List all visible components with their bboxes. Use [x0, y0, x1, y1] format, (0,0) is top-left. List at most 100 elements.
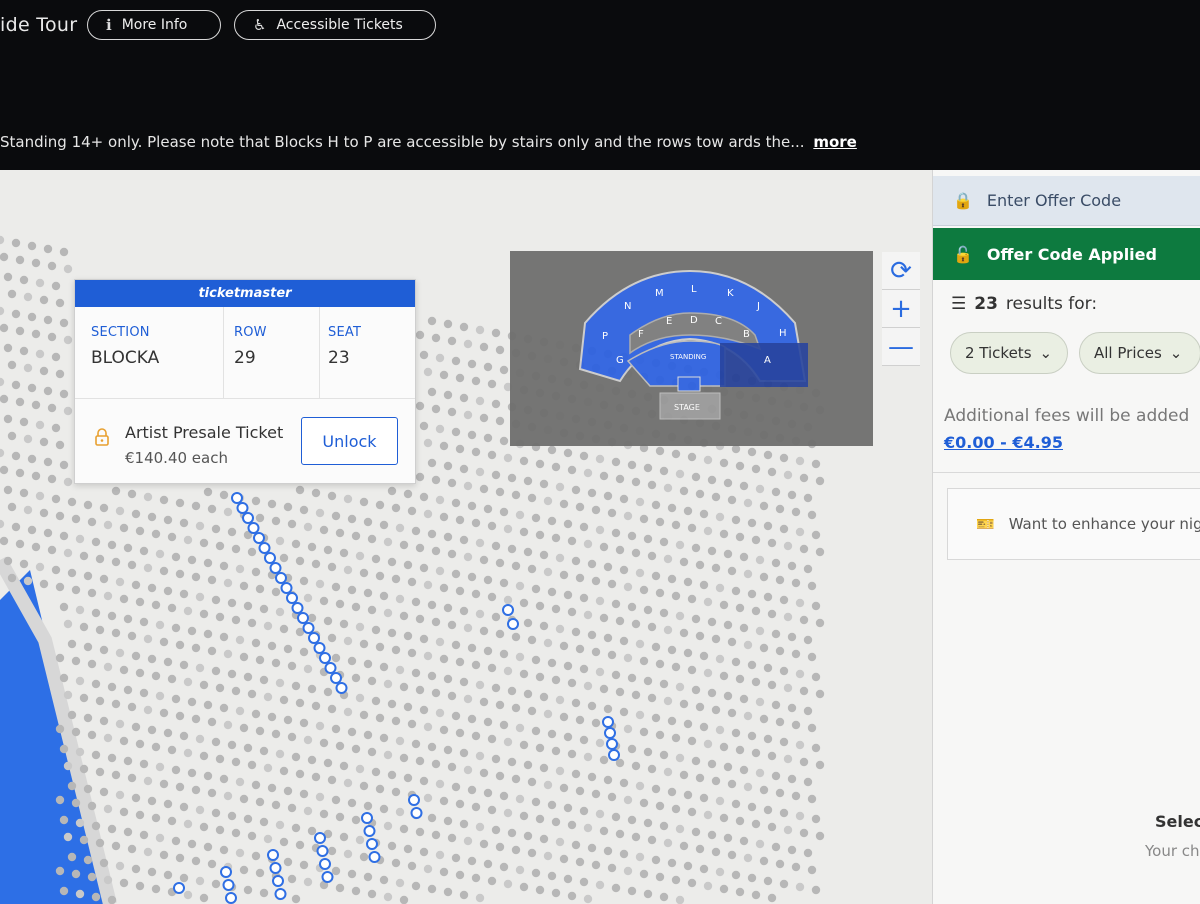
seat-available[interactable]: [269, 862, 282, 874]
seat-available[interactable]: [321, 871, 334, 883]
seat-available[interactable]: [258, 542, 271, 554]
seat-unavailable: [807, 581, 817, 591]
seat-available[interactable]: [604, 727, 616, 739]
minus-icon[interactable]: —: [882, 328, 920, 366]
seat-available[interactable]: [280, 582, 293, 594]
seat-available[interactable]: [502, 604, 514, 616]
filter-sliders-icon[interactable]: ☰: [951, 294, 966, 314]
seat-unavailable: [375, 713, 385, 723]
seat-unavailable: [443, 674, 453, 684]
seat-available[interactable]: [222, 879, 235, 891]
seat-available[interactable]: [324, 662, 337, 674]
seat-unavailable: [751, 677, 761, 687]
venue-overview-canvas[interactable]: N M L K J H P G F E D C B A STANDING STAGE: [510, 251, 873, 446]
seat-unavailable: [83, 784, 93, 794]
seat-unavailable: [651, 855, 661, 865]
seat-available[interactable]: [286, 592, 298, 604]
seat-unavailable: [443, 390, 453, 400]
block-label: K: [727, 288, 734, 299]
seat-available[interactable]: [272, 875, 284, 887]
seat-unavailable: [199, 893, 209, 903]
seat-available[interactable]: [330, 672, 342, 684]
seat-unavailable: [791, 649, 801, 659]
seat-unavailable: [543, 780, 553, 790]
plus-icon[interactable]: +: [882, 290, 920, 328]
seat-available[interactable]: [291, 602, 304, 614]
seat-unavailable: [15, 397, 25, 407]
seat-available[interactable]: [173, 882, 185, 894]
seat-available[interactable]: [316, 845, 329, 857]
seat-available[interactable]: [602, 716, 614, 728]
available-seats[interactable]: [173, 492, 620, 904]
venue-overview-map[interactable]: N M L K J H P G F E D C B A STANDING STAGE: [510, 251, 873, 446]
seat-available[interactable]: [253, 532, 265, 544]
seat-available[interactable]: [220, 866, 232, 878]
seat-unavailable: [207, 859, 217, 869]
enhance-night-banner[interactable]: 🎫 Want to enhance your nig: [947, 488, 1200, 560]
seat-unavailable: [115, 861, 125, 871]
seat-unavailable: [747, 802, 757, 812]
seat-available[interactable]: [319, 858, 331, 870]
seat-available[interactable]: [608, 749, 620, 761]
more-info-button[interactable]: ℹ More Info: [87, 10, 221, 40]
seat-available[interactable]: [335, 682, 348, 694]
seat-available[interactable]: [368, 851, 381, 863]
tickets-quantity-dropdown[interactable]: 2 Tickets ⌄: [950, 332, 1068, 374]
seat-unavailable: [19, 275, 29, 285]
seat-unavailable: [599, 542, 609, 552]
accessible-tickets-button[interactable]: ♿ Accessible Tickets: [234, 10, 436, 40]
offer-code-applied-banner[interactable]: 🔓 Offer Code Applied: [933, 228, 1200, 280]
seat-unavailable: [467, 856, 477, 866]
seat-unavailable: [407, 577, 417, 587]
seat-unavailable: [87, 801, 97, 811]
seat-available[interactable]: [366, 838, 378, 850]
price-range-dropdown[interactable]: All Prices ⌄: [1079, 332, 1200, 374]
seat-unavailable: [467, 643, 477, 653]
seat-unavailable: [571, 627, 581, 637]
enter-offer-code-button[interactable]: 🔒 Enter Offer Code: [933, 176, 1200, 226]
unlock-button[interactable]: Unlock: [301, 417, 398, 465]
seat-unavailable: [415, 756, 425, 766]
seat-unavailable: [555, 553, 565, 563]
refresh-icon[interactable]: ⟳: [882, 252, 920, 290]
seat-unavailable: [551, 533, 561, 543]
seat-unavailable: [359, 497, 369, 507]
seat-unavailable: [35, 278, 45, 288]
seat-available[interactable]: [225, 892, 237, 904]
notice-more-link[interactable]: more: [813, 133, 857, 151]
seat-available[interactable]: [363, 825, 376, 837]
seat-available[interactable]: [319, 652, 331, 664]
seat-available[interactable]: [274, 888, 287, 900]
seat-available[interactable]: [302, 622, 315, 634]
seat-available[interactable]: [410, 807, 423, 819]
seat-unavailable: [207, 788, 217, 798]
seat-unavailable: [523, 689, 533, 699]
seat-unavailable: [719, 671, 729, 681]
seat-unavailable: [159, 779, 169, 789]
seat-available[interactable]: [247, 522, 260, 534]
seat-available[interactable]: [606, 738, 618, 750]
seat-available[interactable]: [231, 492, 243, 504]
seat-unavailable: [783, 470, 793, 480]
more-info-label: More Info: [121, 17, 188, 33]
seat-unavailable: [491, 470, 501, 480]
seat-available[interactable]: [236, 502, 249, 514]
seat-available[interactable]: [242, 512, 254, 524]
seat-available[interactable]: [275, 572, 287, 584]
fees-range-link[interactable]: €0.00 - €4.95: [944, 433, 1063, 452]
seat-unavailable: [575, 502, 585, 512]
seat-available[interactable]: [269, 562, 282, 574]
seat-unavailable: [495, 629, 505, 639]
seat-unavailable: [675, 895, 685, 904]
seat-available[interactable]: [297, 612, 309, 624]
seat-unavailable: [367, 889, 377, 899]
seat-available[interactable]: [361, 812, 373, 824]
seat-available[interactable]: [308, 632, 320, 644]
seat-available[interactable]: [408, 794, 420, 806]
seat-unavailable: [91, 608, 101, 618]
seat-available[interactable]: [314, 832, 326, 844]
seat-available[interactable]: [313, 642, 326, 654]
seat-available[interactable]: [507, 618, 519, 630]
seat-available[interactable]: [267, 849, 279, 861]
seat-available[interactable]: [264, 552, 276, 564]
